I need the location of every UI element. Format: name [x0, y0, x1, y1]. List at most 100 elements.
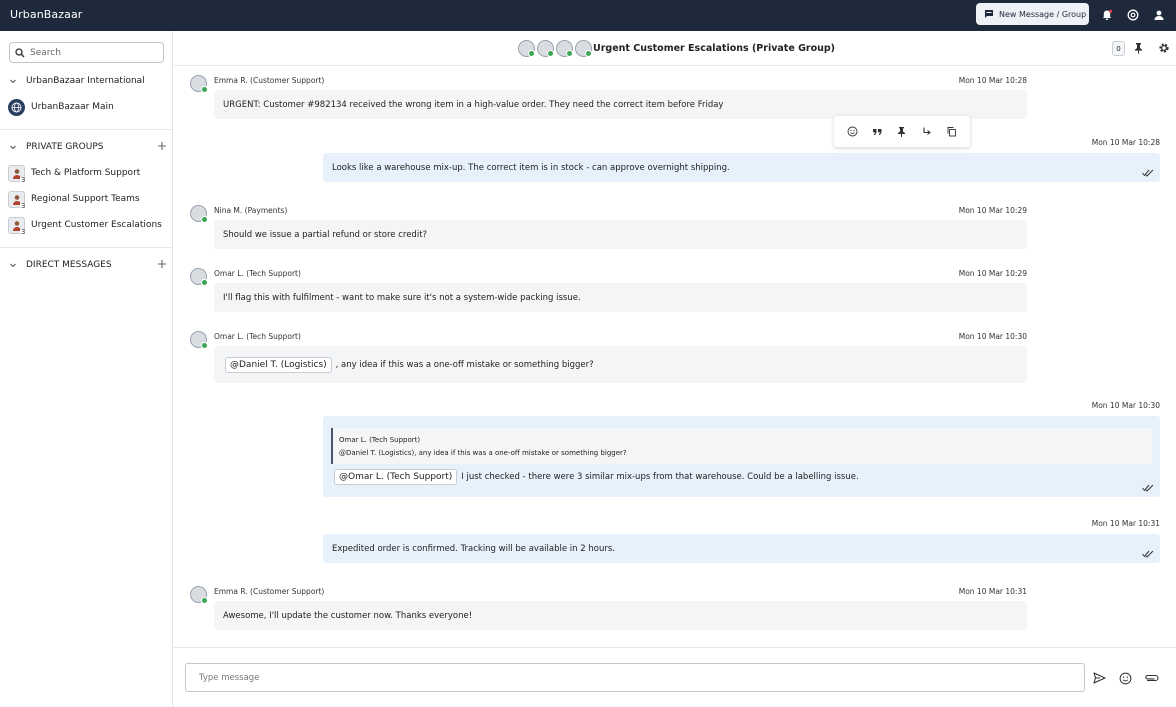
private-groups-label: PRIVATE GROUPS — [26, 142, 104, 152]
quoted-message[interactable]: Omar L. (Tech Support) @Daniel T. (Logis… — [331, 428, 1152, 464]
direct-messages-header[interactable]: DIRECT MESSAGES — [0, 256, 173, 274]
reply-arrow-icon[interactable] — [921, 126, 932, 137]
group-avatar: 3 — [8, 216, 27, 236]
message-text: URGENT: Customer #982134 received the wr… — [223, 99, 724, 110]
globe-icon — [8, 98, 25, 116]
member-avatar — [575, 40, 592, 57]
add-group-icon[interactable] — [157, 141, 167, 151]
own-message-bubble: Looks like a warehouse mix-up. The corre… — [323, 153, 1160, 182]
message-timestamp: Mon 10 Mar 10:28 — [958, 76, 1027, 85]
sidebar-item-label: UrbanBazaar Main — [31, 102, 114, 112]
message-sender[interactable]: Omar L. (Tech Support) — [214, 269, 301, 278]
channel-title: Urgent Customer Escalations (Private Gro… — [593, 43, 836, 54]
quote-icon[interactable] — [872, 126, 883, 137]
message-text: Looks like a warehouse mix-up. The corre… — [332, 162, 730, 173]
message-timestamp: Mon 10 Mar 10:31 — [1091, 519, 1160, 528]
member-count: 3 — [20, 175, 27, 184]
user-mention[interactable]: @Daniel T. (Logistics) — [225, 356, 332, 373]
message-sender[interactable]: Emma R. (Customer Support) — [214, 587, 324, 596]
message-text: , any idea if this was a one-off mistake… — [335, 359, 594, 370]
pin-icon[interactable] — [1133, 42, 1144, 54]
private-groups-header[interactable]: PRIVATE GROUPS — [0, 138, 173, 156]
org-section-label: UrbanBazaar International — [26, 76, 145, 86]
sender-avatar[interactable] — [190, 75, 208, 93]
add-direct-message-icon[interactable] — [157, 259, 167, 269]
read-receipt-icon — [1142, 550, 1154, 558]
message-text: Awesome, I'll update the customer now. T… — [223, 610, 473, 621]
settings-gear-icon[interactable] — [1158, 42, 1170, 54]
sidebar: Search UrbanBazaar International UrbanBa… — [0, 31, 173, 707]
member-count: 3 — [20, 227, 27, 236]
message-timestamp: Mon 10 Mar 10:29 — [958, 206, 1027, 215]
app-brand[interactable]: UrbanBazaar — [10, 8, 82, 21]
new-message-button[interactable]: New Message / Group — [976, 3, 1089, 25]
chevron-down-icon — [10, 79, 16, 84]
sidebar-item-label: Urgent Customer Escalations — [31, 220, 162, 230]
pinned-count-badge[interactable]: 0 — [1112, 41, 1125, 56]
search-input[interactable]: Search — [9, 42, 164, 63]
emoji-reaction-icon[interactable] — [847, 126, 858, 137]
search-icon — [15, 47, 25, 57]
message-timestamp: Mon 10 Mar 10:28 — [1091, 138, 1160, 147]
read-receipt-icon — [1142, 484, 1154, 492]
message-actions-toolbar — [834, 116, 970, 147]
quoted-text: @Daniel T. (Logistics), any idea if this… — [339, 449, 627, 457]
sidebar-item-urbanbazaar-main[interactable]: UrbanBazaar Main — [8, 97, 168, 117]
message-timestamp: Mon 10 Mar 10:30 — [958, 332, 1027, 341]
message-text: Expedited order is confirmed. Tracking w… — [332, 543, 615, 554]
user-mention[interactable]: @Omar L. (Tech Support) — [334, 469, 458, 485]
member-avatar — [556, 40, 573, 57]
member-avatars[interactable] — [518, 40, 592, 57]
sidebar-item-tech-platform-support[interactable]: 3 Tech & Platform Support — [8, 163, 168, 184]
message-timestamp: Mon 10 Mar 10:31 — [958, 587, 1027, 596]
message-sender[interactable]: Nina M. (Payments) — [214, 206, 287, 215]
sender-avatar[interactable] — [190, 586, 208, 604]
message-timestamp: Mon 10 Mar 10:30 — [1091, 401, 1160, 410]
message-timestamp: Mon 10 Mar 10:29 — [958, 269, 1027, 278]
top-bar: UrbanBazaar New Message / Group — [0, 0, 1176, 31]
message-input[interactable]: Type message — [185, 663, 1085, 692]
copy-icon[interactable] — [946, 126, 957, 137]
message-sender[interactable]: Omar L. (Tech Support) — [214, 332, 301, 341]
message-bubble: URGENT: Customer #982134 received the wr… — [214, 90, 1027, 119]
send-icon[interactable] — [1090, 669, 1108, 687]
new-message-label: New Message / Group — [999, 9, 1087, 19]
own-message-bubble: Omar L. (Tech Support) @Daniel T. (Logis… — [323, 416, 1160, 497]
chevron-down-icon — [10, 145, 16, 150]
chevron-down-icon — [10, 263, 16, 268]
search-placeholder: Search — [30, 47, 61, 58]
message-sender[interactable]: Emma R. (Customer Support) — [214, 76, 324, 85]
channel-header: Urgent Customer Escalations (Private Gro… — [174, 31, 1176, 66]
divider — [0, 129, 173, 130]
message-text: Should we issue a partial refund or stor… — [223, 229, 428, 240]
quoted-sender: Omar L. (Tech Support) — [339, 436, 421, 444]
message-text: I just checked - there were 3 similar mi… — [461, 472, 859, 482]
emoji-picker-icon[interactable] — [1116, 669, 1134, 687]
org-section-header[interactable]: UrbanBazaar International — [0, 72, 173, 90]
user-profile-icon[interactable] — [1150, 6, 1168, 24]
sender-avatar[interactable] — [190, 331, 208, 349]
message-input-placeholder: Type message — [199, 672, 260, 683]
message-bubble: Awesome, I'll update the customer now. T… — [214, 601, 1027, 630]
mentions-icon[interactable] — [1124, 6, 1142, 24]
member-avatar — [537, 40, 554, 57]
reply-content: @Omar L. (Tech Support) I just checked -… — [334, 469, 859, 485]
sidebar-item-urgent-customer-escalations[interactable]: 3 Urgent Customer Escalations — [8, 215, 168, 236]
notifications-bell-icon[interactable] — [1098, 6, 1116, 24]
direct-messages-label: DIRECT MESSAGES — [26, 260, 112, 270]
sender-avatar[interactable] — [190, 205, 208, 223]
sidebar-item-label: Regional Support Teams — [31, 194, 140, 204]
read-receipt-icon — [1142, 169, 1154, 177]
group-avatar: 3 — [8, 164, 27, 184]
message-text: I'll flag this with fulfilment - want to… — [223, 292, 581, 303]
divider — [174, 647, 1176, 648]
member-avatar — [518, 40, 535, 57]
attachment-paperclip-icon[interactable] — [1142, 669, 1160, 687]
sidebar-item-regional-support-teams[interactable]: 3 Regional Support Teams — [8, 189, 168, 210]
own-message-bubble: Expedited order is confirmed. Tracking w… — [323, 534, 1160, 563]
sender-avatar[interactable] — [190, 268, 208, 286]
pin-icon[interactable] — [896, 126, 907, 137]
member-count: 3 — [20, 201, 27, 210]
chat-bubble-icon — [985, 10, 993, 18]
group-avatar: 3 — [8, 190, 27, 210]
